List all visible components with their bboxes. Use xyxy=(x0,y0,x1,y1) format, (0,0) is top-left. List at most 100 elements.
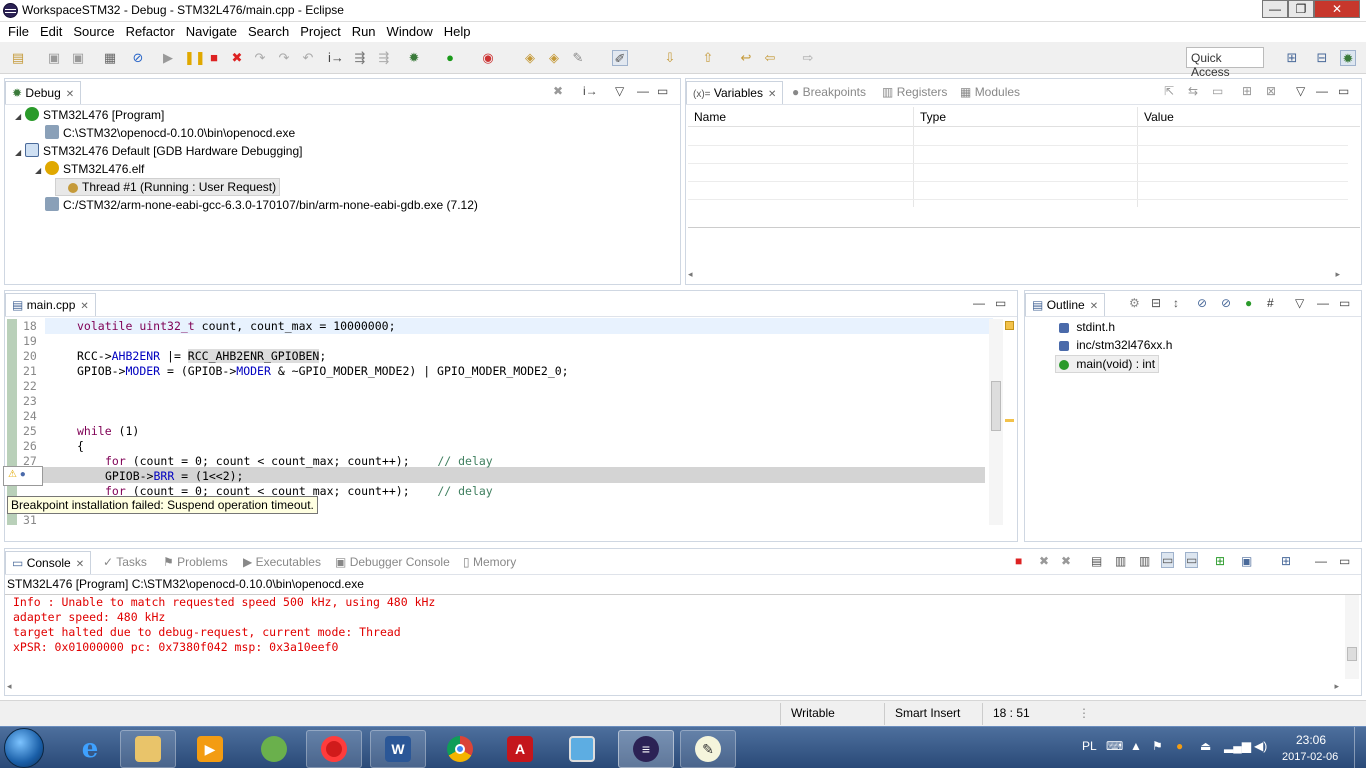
back-icon[interactable]: ⇦ xyxy=(762,50,778,66)
tab-console[interactable]: ▭ Console ✕ xyxy=(5,551,92,574)
terminate-icon[interactable]: ■ xyxy=(1015,554,1022,568)
column-value[interactable]: Value xyxy=(1144,110,1174,124)
instruction-stepping-icon[interactable]: i→ xyxy=(328,50,344,66)
minimize-view-icon[interactable]: — xyxy=(637,84,649,98)
minimize-view-icon[interactable]: — xyxy=(1316,84,1328,98)
word-wrap-icon[interactable]: ▥ xyxy=(1139,554,1150,568)
overview-ruler-marker[interactable] xyxy=(1005,419,1014,422)
tree-item-thread[interactable]: Thread #1 (Running : User Request) xyxy=(55,178,281,196)
restart-icon[interactable]: ⇶ xyxy=(352,50,368,66)
tree-item-program[interactable]: ◢ STM32L476 [Program] xyxy=(15,107,164,122)
console-vertical-scrollbar[interactable] xyxy=(1345,595,1359,679)
tab-breakpoints[interactable]: ● Breakpoints xyxy=(786,81,872,104)
pin-console-icon[interactable]: ⊞ xyxy=(1215,554,1225,568)
code-line[interactable]: 24 xyxy=(5,409,995,424)
show-on-stderr-icon[interactable]: ▭ xyxy=(1185,552,1199,568)
display-console-icon[interactable]: ▣ xyxy=(1241,554,1252,568)
menu-edit[interactable]: Edit xyxy=(36,22,66,41)
tab-variables[interactable]: (x)= Variables ✕ xyxy=(686,81,784,104)
tab-registers[interactable]: ▥ Registers xyxy=(876,81,953,104)
code-line[interactable]: 27 for (count = 0; count < count_max; cou… xyxy=(5,454,995,469)
code-line[interactable]: GPIOB->BRR = (1<<2); xyxy=(5,469,995,484)
minimize-view-icon[interactable]: — xyxy=(973,296,985,310)
taskbar-word[interactable]: W xyxy=(370,730,426,768)
maximize-view-icon[interactable]: ▭ xyxy=(995,296,1006,310)
vertical-scrollbar[interactable] xyxy=(989,319,1003,525)
minimize-view-icon[interactable]: — xyxy=(1317,296,1329,310)
language-indicator[interactable]: PL xyxy=(1082,739,1097,753)
remove-terminated-icon[interactable]: ✖ xyxy=(553,84,563,98)
taskbar-paint[interactable]: ✎ xyxy=(680,730,736,768)
tab-memory[interactable]: ▯ Memory xyxy=(457,551,522,574)
close-icon[interactable]: ✕ xyxy=(76,559,84,570)
menu-refactor[interactable]: Refactor xyxy=(122,22,179,41)
show-on-stdout-icon[interactable]: ▭ xyxy=(1161,552,1175,568)
open-file-icon[interactable]: ◈ xyxy=(546,50,562,66)
forward-icon[interactable]: ⇨ xyxy=(800,50,816,66)
remove-global-icon[interactable]: ⊠ xyxy=(1266,84,1276,98)
skip-breakpoints-icon[interactable]: ⊘ xyxy=(130,50,146,66)
cpp-perspective-icon[interactable]: ⊟ xyxy=(1314,50,1330,66)
start-button[interactable] xyxy=(4,728,44,768)
scroll-lock-icon[interactable]: ▥ xyxy=(1115,554,1126,568)
instruction-step-icon[interactable]: i→ xyxy=(583,84,598,98)
taskbar-media[interactable]: ▶ xyxy=(182,730,238,768)
link-editor-icon[interactable]: ⚙ xyxy=(1129,296,1140,310)
tree-item-openocd[interactable]: C:\STM32\openocd-0.10.0\bin\openocd.exe xyxy=(35,125,295,140)
suspend-icon[interactable]: ❚❚ xyxy=(184,50,206,66)
taskbar-acrobat[interactable]: A xyxy=(492,730,548,768)
show-desktop-button[interactable] xyxy=(1354,727,1366,768)
tree-item-gdb[interactable]: C:/STM32/arm-none-eabi-gcc-6.3.0-170107/… xyxy=(35,197,478,212)
code-line[interactable]: 21 GPIOB->MODER = (GPIOB->MODER & ~GPIO_M… xyxy=(5,364,995,379)
search-icon[interactable]: ✎ xyxy=(570,50,586,66)
menu-run[interactable]: Run xyxy=(348,22,380,41)
refresh-icon[interactable]: ⇶ xyxy=(376,50,392,66)
step-into-icon[interactable]: ↷ xyxy=(252,50,268,66)
menu-navigate[interactable]: Navigate xyxy=(182,22,241,41)
status-menu-icon[interactable]: ⋮ xyxy=(1078,706,1090,720)
outline-item-include[interactable]: stdint.h xyxy=(1059,320,1115,334)
hide-static-icon[interactable]: ⊘ xyxy=(1221,296,1231,310)
tree-item-elf[interactable]: ◢ STM32L476.elf xyxy=(35,161,144,176)
save-icon[interactable]: ▣ xyxy=(46,50,62,66)
minimize-view-icon[interactable]: — xyxy=(1315,554,1327,568)
terminate-icon[interactable]: ■ xyxy=(206,50,222,66)
taskbar-photos[interactable] xyxy=(554,730,610,768)
run-icon[interactable]: ● xyxy=(442,50,458,66)
console-horizontal-scrollbar[interactable]: ◂ ▸ xyxy=(7,681,1343,693)
remove-launch-icon[interactable]: ✖ xyxy=(1039,554,1049,568)
keyboard-icon[interactable]: ⌨ xyxy=(1106,739,1123,753)
tab-outline[interactable]: ▤ Outline ✕ xyxy=(1025,293,1106,316)
save-all-icon[interactable]: ▣ xyxy=(70,50,86,66)
open-type-icon[interactable]: ◈ xyxy=(522,50,538,66)
debug-icon[interactable]: ✹ xyxy=(406,50,422,66)
quick-access-input[interactable]: Quick Access xyxy=(1186,47,1264,79)
external-tools-icon[interactable]: ◉ xyxy=(480,50,496,66)
open-perspective-icon[interactable]: ⊞ xyxy=(1284,50,1300,66)
resume-icon[interactable]: ▶ xyxy=(160,50,176,66)
detail-pane[interactable] xyxy=(688,227,1360,267)
new-icon[interactable]: ▤ xyxy=(10,50,26,66)
scrollbar-thumb[interactable] xyxy=(1347,647,1357,661)
outline-item-include[interactable]: inc/stm32l476xx.h xyxy=(1059,338,1172,352)
remove-all-terminated-icon[interactable]: ✖ xyxy=(1061,554,1071,568)
tab-main-cpp[interactable]: ▤ main.cpp ✕ xyxy=(5,293,96,316)
menu-window[interactable]: Window xyxy=(383,22,437,41)
usb-icon[interactable]: ⏏ xyxy=(1200,739,1211,753)
tab-problems[interactable]: ⚑ Problems xyxy=(157,551,234,574)
clock-time[interactable]: 23:06 xyxy=(1296,733,1326,747)
minimize-button[interactable]: — xyxy=(1262,0,1288,18)
horizontal-scrollbar[interactable]: ◂ ▸ xyxy=(688,269,1360,283)
code-line[interactable]: 20 RCC->AHB2ENR |= RCC_AHB2ENR_GPIOBEN; xyxy=(5,349,995,364)
group-includes-icon[interactable]: # xyxy=(1267,296,1274,310)
hide-nonpublic-icon[interactable]: ● xyxy=(1245,296,1252,310)
view-menu-icon[interactable]: ▽ xyxy=(615,84,624,98)
taskbar-opera[interactable] xyxy=(306,730,362,768)
tab-executables[interactable]: ▶ Executables xyxy=(237,551,327,574)
clock-date[interactable]: 2017-02-06 xyxy=(1282,751,1338,763)
disconnect-icon[interactable]: ✖ xyxy=(229,50,245,66)
code-line[interactable]: 18 volatile uint32_t count, count_max = 1… xyxy=(5,319,995,334)
collapse-icon[interactable]: ⊟ xyxy=(1151,296,1161,310)
tab-debugger-console[interactable]: ▣ Debugger Console xyxy=(329,551,456,574)
code-line[interactable]: 23 xyxy=(5,394,995,409)
